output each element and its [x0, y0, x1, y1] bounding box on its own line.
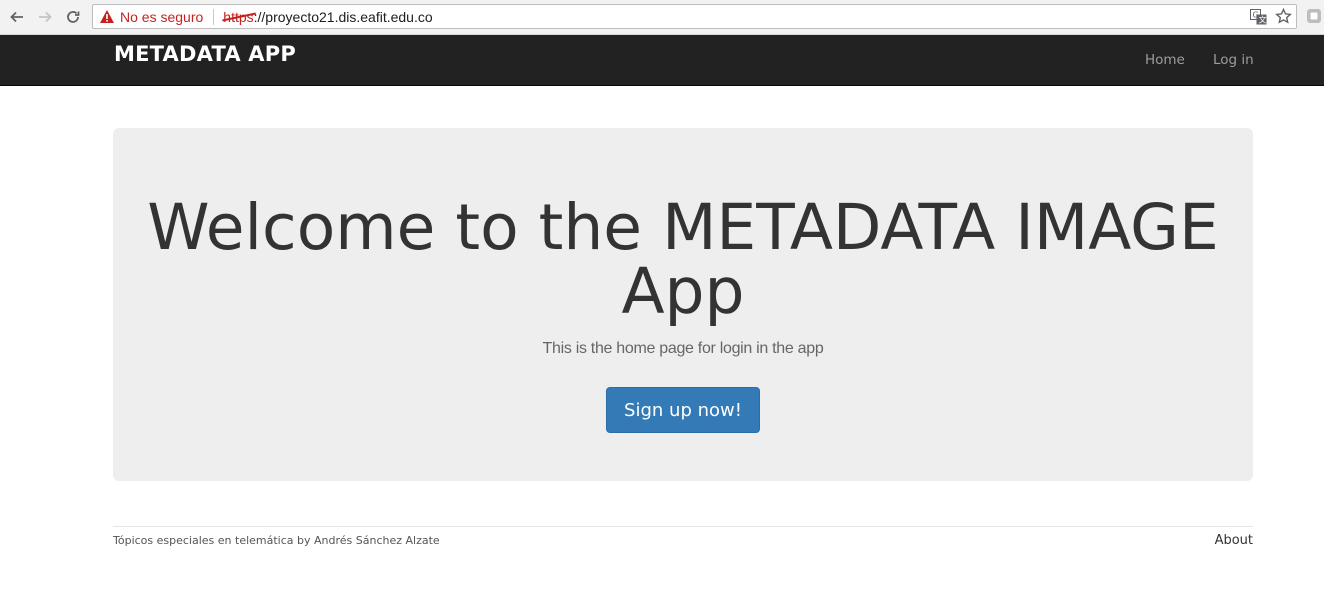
star-icon[interactable]	[1275, 8, 1292, 25]
site-navbar: METADATA APP Home Log in	[0, 35, 1324, 86]
hero-panel: Welcome to the METADATA IMAGE App This i…	[113, 128, 1253, 481]
divider	[213, 8, 215, 25]
warning-icon	[99, 9, 115, 25]
footer-about-link[interactable]: About	[1215, 533, 1253, 548]
address-bar[interactable]: No es seguro https://proyecto21.dis.eafi…	[92, 4, 1297, 29]
url-scheme: https	[223, 8, 254, 25]
forward-icon[interactable]	[34, 6, 56, 28]
footer-credit: Tópicos especiales en telemática by Andr…	[113, 534, 440, 547]
url-text[interactable]: https://proyecto21.dis.eafit.edu.co	[223, 9, 432, 25]
browser-toolbar: No es seguro https://proyecto21.dis.eafi…	[0, 0, 1324, 35]
hero-title: Welcome to the METADATA IMAGE App	[147, 191, 1219, 328]
extension-icon[interactable]	[1306, 8, 1322, 24]
footer-divider	[113, 526, 1253, 527]
security-label[interactable]: No es seguro	[120, 9, 203, 25]
url-host: ://proyecto21.dis.eafit.edu.co	[253, 8, 433, 25]
svg-text:文: 文	[1259, 15, 1267, 25]
nav-home-link[interactable]: Home	[1145, 52, 1185, 68]
hero-subtitle: This is the home page for login in the a…	[542, 340, 824, 357]
back-icon[interactable]	[6, 6, 28, 28]
signup-button[interactable]: Sign up now!	[606, 387, 760, 433]
reload-icon[interactable]	[62, 6, 84, 28]
translate-icon[interactable]: G文	[1250, 9, 1267, 25]
nav-login-link[interactable]: Log in	[1213, 52, 1254, 68]
brand-logo[interactable]: METADATA APP	[114, 42, 296, 66]
